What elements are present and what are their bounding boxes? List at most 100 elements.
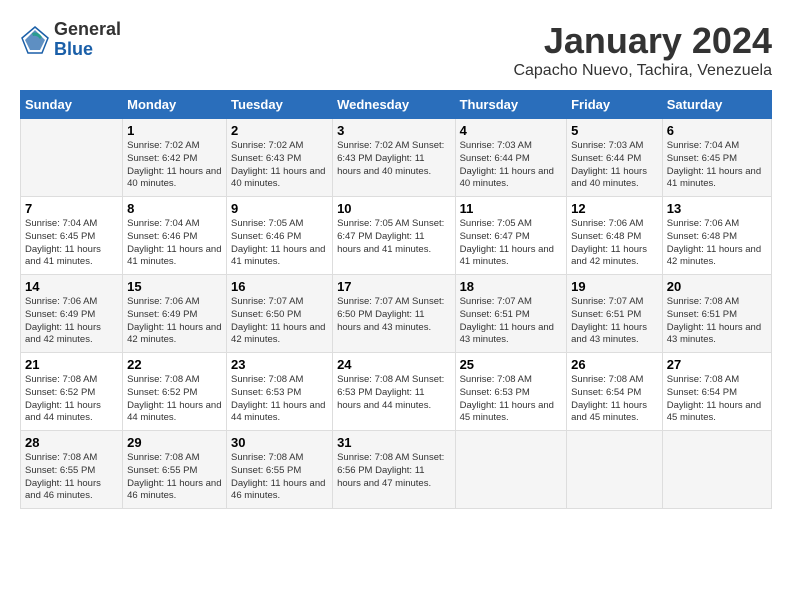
day-number: 31 <box>337 435 451 450</box>
calendar-cell: 20 Sunrise: 7:08 AM Sunset: 6:51 PM Dayli… <box>662 275 771 353</box>
day-info: Sunrise: 7:02 AM Sunset: 6:42 PM Dayligh… <box>127 140 222 191</box>
calendar-cell: 11 Sunrise: 7:05 AM Sunset: 6:47 PM Dayli… <box>455 197 567 275</box>
calendar-cell <box>21 119 123 197</box>
page-header: General Blue January 2024 Capacho Nuevo,… <box>20 20 772 80</box>
day-number: 5 <box>571 123 658 138</box>
day-number: 9 <box>231 201 328 216</box>
day-number: 30 <box>231 435 328 450</box>
calendar-cell: 22 Sunrise: 7:08 AM Sunset: 6:52 PM Dayli… <box>123 353 227 431</box>
calendar-cell: 26Sunrise: 7:08 AM Sunset: 6:54 PM Dayli… <box>567 353 663 431</box>
day-info: Sunrise: 7:08 AM Sunset: 6:55 PM Dayligh… <box>127 452 222 503</box>
calendar-cell: 29 Sunrise: 7:08 AM Sunset: 6:55 PM Dayli… <box>123 431 227 509</box>
calendar-cell: 2 Sunrise: 7:02 AM Sunset: 6:43 PM Daylig… <box>227 119 333 197</box>
col-saturday: Saturday <box>662 91 771 119</box>
calendar-week-row: 14 Sunrise: 7:06 AM Sunset: 6:49 PM Dayli… <box>21 275 772 353</box>
day-number: 23 <box>231 357 328 372</box>
day-number: 20 <box>667 279 767 294</box>
day-info: Sunrise: 7:02 AM Sunset: 6:43 PM Dayligh… <box>337 140 451 178</box>
day-number: 12 <box>571 201 658 216</box>
day-number: 2 <box>231 123 328 138</box>
day-info: Sunrise: 7:06 AM Sunset: 6:49 PM Dayligh… <box>25 296 118 347</box>
day-info: Sunrise: 7:04 AM Sunset: 6:45 PM Dayligh… <box>667 140 767 191</box>
day-number: 14 <box>25 279 118 294</box>
calendar-cell: 12 Sunrise: 7:06 AM Sunset: 6:48 PM Dayli… <box>567 197 663 275</box>
day-info: Sunrise: 7:08 AM Sunset: 6:52 PM Dayligh… <box>25 374 118 425</box>
day-info: Sunrise: 7:08 AM Sunset: 6:56 PM Dayligh… <box>337 452 451 490</box>
day-number: 13 <box>667 201 767 216</box>
day-number: 7 <box>25 201 118 216</box>
calendar-cell: 13 Sunrise: 7:06 AM Sunset: 6:48 PM Dayli… <box>662 197 771 275</box>
day-info: Sunrise: 7:08 AM Sunset: 6:53 PM Dayligh… <box>460 374 563 425</box>
day-info: Sunrise: 7:08 AM Sunset: 6:55 PM Dayligh… <box>25 452 118 503</box>
logo-text: General Blue <box>54 20 121 60</box>
day-number: 26 <box>571 357 658 372</box>
calendar-cell: 15Sunrise: 7:06 AM Sunset: 6:49 PM Dayli… <box>123 275 227 353</box>
day-info: Sunrise: 7:02 AM Sunset: 6:43 PM Dayligh… <box>231 140 328 191</box>
day-info: Sunrise: 7:03 AM Sunset: 6:44 PM Dayligh… <box>460 140 563 191</box>
day-info: Sunrise: 7:05 AM Sunset: 6:46 PM Dayligh… <box>231 218 328 269</box>
calendar-week-row: 7Sunrise: 7:04 AM Sunset: 6:45 PM Daylig… <box>21 197 772 275</box>
day-number: 25 <box>460 357 563 372</box>
col-tuesday: Tuesday <box>227 91 333 119</box>
logo-blue-text: Blue <box>54 40 121 60</box>
calendar-cell: 10Sunrise: 7:05 AM Sunset: 6:47 PM Dayli… <box>333 197 456 275</box>
calendar-cell: 14 Sunrise: 7:06 AM Sunset: 6:49 PM Dayli… <box>21 275 123 353</box>
day-number: 1 <box>127 123 222 138</box>
calendar-cell: 25 Sunrise: 7:08 AM Sunset: 6:53 PM Dayli… <box>455 353 567 431</box>
calendar-cell: 9 Sunrise: 7:05 AM Sunset: 6:46 PM Daylig… <box>227 197 333 275</box>
day-number: 17 <box>337 279 451 294</box>
calendar-cell: 19 Sunrise: 7:07 AM Sunset: 6:51 PM Dayli… <box>567 275 663 353</box>
day-info: Sunrise: 7:07 AM Sunset: 6:50 PM Dayligh… <box>231 296 328 347</box>
day-number: 4 <box>460 123 563 138</box>
day-number: 27 <box>667 357 767 372</box>
day-info: Sunrise: 7:06 AM Sunset: 6:49 PM Dayligh… <box>127 296 222 347</box>
calendar-cell: 27 Sunrise: 7:08 AM Sunset: 6:54 PM Dayli… <box>662 353 771 431</box>
calendar-cell: 28 Sunrise: 7:08 AM Sunset: 6:55 PM Dayli… <box>21 431 123 509</box>
calendar-cell <box>455 431 567 509</box>
day-info: Sunrise: 7:08 AM Sunset: 6:52 PM Dayligh… <box>127 374 222 425</box>
day-number: 3 <box>337 123 451 138</box>
day-number: 24 <box>337 357 451 372</box>
day-number: 6 <box>667 123 767 138</box>
col-wednesday: Wednesday <box>333 91 456 119</box>
day-number: 29 <box>127 435 222 450</box>
calendar-cell: 4 Sunrise: 7:03 AM Sunset: 6:44 PM Daylig… <box>455 119 567 197</box>
calendar-cell: 7Sunrise: 7:04 AM Sunset: 6:45 PM Daylig… <box>21 197 123 275</box>
calendar-cell: 18 Sunrise: 7:07 AM Sunset: 6:51 PM Dayli… <box>455 275 567 353</box>
day-number: 21 <box>25 357 118 372</box>
day-info: Sunrise: 7:08 AM Sunset: 6:53 PM Dayligh… <box>231 374 328 425</box>
calendar-cell: 31 Sunrise: 7:08 AM Sunset: 6:56 PM Dayli… <box>333 431 456 509</box>
day-info: Sunrise: 7:07 AM Sunset: 6:51 PM Dayligh… <box>571 296 658 347</box>
day-number: 11 <box>460 201 563 216</box>
calendar-cell <box>662 431 771 509</box>
calendar-cell: 8Sunrise: 7:04 AM Sunset: 6:46 PM Daylig… <box>123 197 227 275</box>
day-info: Sunrise: 7:06 AM Sunset: 6:48 PM Dayligh… <box>667 218 767 269</box>
day-info: Sunrise: 7:03 AM Sunset: 6:44 PM Dayligh… <box>571 140 658 191</box>
calendar-cell: 30Sunrise: 7:08 AM Sunset: 6:55 PM Dayli… <box>227 431 333 509</box>
day-info: Sunrise: 7:06 AM Sunset: 6:48 PM Dayligh… <box>571 218 658 269</box>
calendar-cell: 6 Sunrise: 7:04 AM Sunset: 6:45 PM Daylig… <box>662 119 771 197</box>
logo-general-text: General <box>54 20 121 40</box>
day-number: 19 <box>571 279 658 294</box>
day-info: Sunrise: 7:08 AM Sunset: 6:54 PM Dayligh… <box>667 374 767 425</box>
calendar-cell: 1 Sunrise: 7:02 AM Sunset: 6:42 PM Daylig… <box>123 119 227 197</box>
calendar-cell: 17 Sunrise: 7:07 AM Sunset: 6:50 PM Dayli… <box>333 275 456 353</box>
calendar-cell <box>567 431 663 509</box>
calendar-cell: 3 Sunrise: 7:02 AM Sunset: 6:43 PM Daylig… <box>333 119 456 197</box>
calendar-header-row: Sunday Monday Tuesday Wednesday Thursday… <box>21 91 772 119</box>
calendar-table: Sunday Monday Tuesday Wednesday Thursday… <box>20 90 772 509</box>
calendar-cell: 24 Sunrise: 7:08 AM Sunset: 6:53 PM Dayli… <box>333 353 456 431</box>
day-number: 22 <box>127 357 222 372</box>
day-info: Sunrise: 7:07 AM Sunset: 6:50 PM Dayligh… <box>337 296 451 334</box>
calendar-cell: 16Sunrise: 7:07 AM Sunset: 6:50 PM Dayli… <box>227 275 333 353</box>
day-number: 8 <box>127 201 222 216</box>
day-info: Sunrise: 7:05 AM Sunset: 6:47 PM Dayligh… <box>460 218 563 269</box>
calendar-cell: 5 Sunrise: 7:03 AM Sunset: 6:44 PM Daylig… <box>567 119 663 197</box>
day-info: Sunrise: 7:07 AM Sunset: 6:51 PM Dayligh… <box>460 296 563 347</box>
day-number: 18 <box>460 279 563 294</box>
day-info: Sunrise: 7:08 AM Sunset: 6:53 PM Dayligh… <box>337 374 451 412</box>
calendar-cell: 23 Sunrise: 7:08 AM Sunset: 6:53 PM Dayli… <box>227 353 333 431</box>
day-number: 28 <box>25 435 118 450</box>
day-info: Sunrise: 7:08 AM Sunset: 6:51 PM Dayligh… <box>667 296 767 347</box>
location: Capacho Nuevo, Tachira, Venezuela <box>513 62 772 80</box>
